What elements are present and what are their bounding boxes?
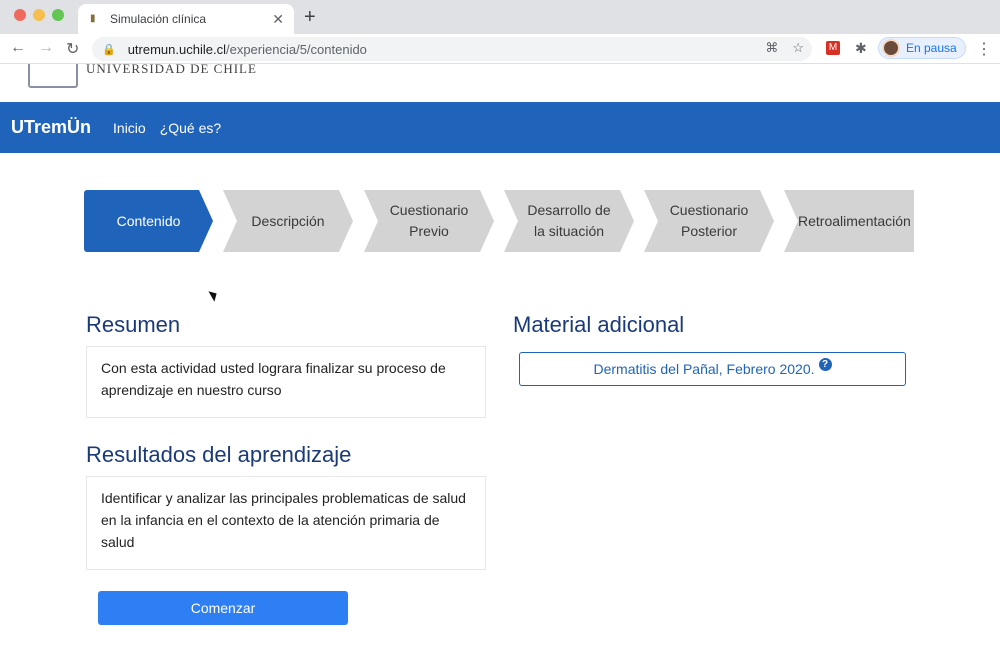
new-tab-icon[interactable]: + [304,6,316,29]
resumen-card: Con esta actividad usted lograra finaliz… [86,346,486,418]
browser-toolbar: ← → ↻ 🔒 utremun.uchile.cl /experiencia/5… [0,34,1000,64]
step-cuestionario-posterior[interactable]: Cuestionario Posterior [644,190,774,252]
avatar [882,39,900,57]
forward-arrow-icon[interactable]: → [38,39,54,57]
window-zoom-button[interactable] [52,9,64,21]
address-bar[interactable]: 🔒 utremun.uchile.cl /experiencia/5/conte… [92,37,812,61]
site-favicon-icon: ▮ [90,13,96,24]
url-host: utremun.uchile.cl [127,41,226,57]
resumen-title: Resumen [86,312,181,337]
help-icon[interactable]: ? [818,357,832,371]
reload-icon[interactable]: ↻ [66,39,79,59]
tab-title: Simulación clínica [110,12,207,26]
site-navbar: UTremÜn Inicio ¿Qué es? [0,102,1000,153]
translate-icon[interactable]: ⌘ [765,40,778,56]
url-path: /experiencia/5/contenido [225,41,367,57]
lock-icon: 🔒 [102,43,116,56]
bookmark-star-icon[interactable]: ☆ [792,40,804,56]
tab-close-icon[interactable]: ✕ [272,11,284,28]
browser-tab-bar: ▮ Simulación clínica ✕ + [0,0,1000,34]
browser-tab[interactable]: ▮ Simulación clínica ✕ [78,4,294,34]
mouse-cursor-icon [208,288,220,302]
step-descripcion[interactable]: Descripción [223,190,353,252]
step-desarrollo[interactable]: Desarrollo de la situación [504,190,634,252]
resultados-title: Resultados del aprendizaje [86,442,352,467]
university-header: UNIVERSIDAD DE CHILE [0,64,1000,102]
extensions-puzzle-icon[interactable]: ✱ [855,40,867,57]
university-name: UNIVERSIDAD DE CHILE [86,64,257,76]
browser-menu-icon[interactable]: ⋮ [976,39,992,59]
step-retroalimentacion[interactable]: Retroalimentación [784,190,914,252]
material-title: Material adicional [513,312,685,337]
material-link-button[interactable]: Dermatitis del Pañal, Febrero 2020. ? [519,352,906,386]
university-logo [28,64,78,88]
resumen-text: Con esta actividad usted lograra finaliz… [101,360,446,398]
extension-m-icon[interactable]: M [826,41,840,55]
step-contenido[interactable]: Contenido [84,190,213,252]
window-close-button[interactable] [14,9,26,21]
site-brand[interactable]: UTremÜn [11,117,91,138]
profile-status-label: En pausa [906,41,957,55]
resultados-text: Identificar y analizar las principales p… [101,490,466,550]
nav-link-inicio[interactable]: Inicio [113,120,146,136]
window-minimize-button[interactable] [33,9,45,21]
step-cuestionario-previo[interactable]: Cuestionario Previo [364,190,494,252]
material-link-label: Dermatitis del Pañal, Febrero 2020. [593,361,815,377]
start-button[interactable]: Comenzar [98,591,348,625]
profile-button[interactable]: En pausa [878,37,966,59]
back-arrow-icon[interactable]: ← [10,39,26,57]
resultados-card: Identificar y analizar las principales p… [86,476,486,570]
nav-link-que-es[interactable]: ¿Qué es? [160,120,221,136]
